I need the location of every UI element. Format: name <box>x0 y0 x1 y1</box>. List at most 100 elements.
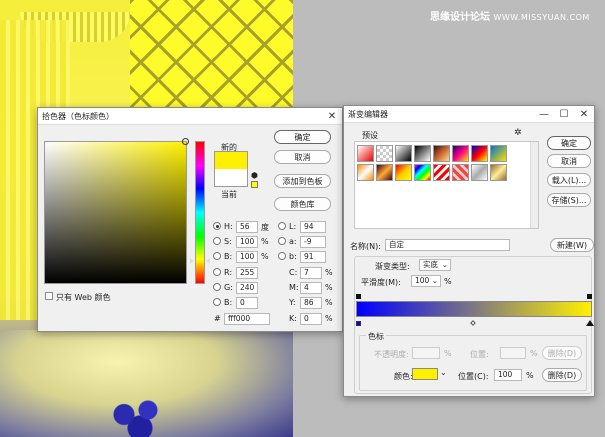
smoothness-label: 平滑度(M): <box>361 278 401 287</box>
field-b[interactable]: 0 <box>236 297 258 309</box>
unit-s: % <box>261 237 269 246</box>
preset-swatch[interactable] <box>395 164 412 181</box>
hue-slider-handle-right[interactable] <box>206 258 210 264</box>
color-field-marker[interactable] <box>182 138 189 145</box>
label-s: S: <box>224 237 232 246</box>
preset-swatch[interactable] <box>433 145 450 162</box>
radio-g[interactable] <box>213 283 221 291</box>
field-l[interactable]: 94 <box>300 221 326 233</box>
opacity-input <box>412 347 440 359</box>
current-color-swatch[interactable] <box>214 169 248 187</box>
preset-swatch[interactable] <box>357 145 374 162</box>
preset-swatch[interactable] <box>376 145 393 162</box>
radio-r[interactable] <box>213 268 221 276</box>
color-stop-right-selected[interactable] <box>586 320 594 326</box>
color-delete-button[interactable]: 删除(D) <box>542 368 582 382</box>
gradient-cancel-button[interactable]: 取消 <box>547 154 591 168</box>
preset-swatch[interactable] <box>452 164 469 181</box>
maximize-icon[interactable]: ☐ <box>554 106 574 123</box>
new-gradient-button[interactable]: 新建(W) <box>550 238 594 252</box>
label-hex: # <box>214 314 221 323</box>
name-label: 名称(N): <box>350 242 381 251</box>
hue-slider[interactable] <box>195 141 205 284</box>
unit-y: % <box>325 298 333 307</box>
color-field[interactable] <box>44 141 187 284</box>
label-g: G: <box>224 283 233 292</box>
name-input[interactable]: 自定 <box>385 239 510 251</box>
field-r[interactable]: 255 <box>236 267 258 279</box>
web-only-checkbox[interactable] <box>45 292 53 300</box>
field-m[interactable]: 4 <box>300 282 322 294</box>
close-icon[interactable]: ✕ <box>574 106 594 123</box>
field-lab-b[interactable]: 91 <box>300 251 326 263</box>
gradient-type-label: 渐变类型: <box>375 262 410 271</box>
gradient-save-button[interactable]: 存储(S)... <box>547 193 591 207</box>
preset-swatch[interactable] <box>414 164 431 181</box>
preset-swatch[interactable] <box>395 145 412 162</box>
color-picker-titlebar: 拾色器（色标颜色） ✕ <box>38 108 342 125</box>
opacity-position-input <box>500 347 526 359</box>
radio-lab-b[interactable] <box>278 252 286 260</box>
radio-bv[interactable] <box>213 252 221 260</box>
field-s[interactable]: 100 <box>236 236 258 248</box>
preset-swatch[interactable] <box>490 145 507 162</box>
color-stop-left[interactable] <box>356 321 361 326</box>
watermark-site: WWW.MISSYUAN.COM <box>493 13 590 22</box>
chevron-down-icon[interactable]: ⌄ <box>440 368 447 377</box>
field-bv[interactable]: 100 <box>236 251 258 263</box>
gradient-ok-button[interactable]: 确定 <box>547 136 591 150</box>
color-picker-title: 拾色器（色标颜色） <box>42 111 114 121</box>
field-c[interactable]: 7 <box>300 267 322 279</box>
gradient-load-button[interactable]: 载入(L)... <box>547 173 591 187</box>
color-libraries-button[interactable]: 颜色库 <box>274 197 331 211</box>
radio-l[interactable] <box>278 222 286 230</box>
opacity-stop-left[interactable] <box>356 294 361 299</box>
field-a[interactable]: -9 <box>300 236 326 248</box>
preset-swatch[interactable] <box>414 145 431 162</box>
current-color-label: 当前 <box>221 190 237 199</box>
cancel-button[interactable]: 取消 <box>274 150 331 164</box>
field-hex[interactable]: fff000 <box>224 313 270 325</box>
gear-icon[interactable]: ✲ <box>514 128 522 138</box>
field-k[interactable]: 0 <box>300 313 322 325</box>
smoothness-input[interactable]: 100 ⌄ <box>411 275 441 287</box>
smoothness-value: 100 <box>415 276 430 285</box>
radio-b[interactable] <box>213 298 221 306</box>
radio-a[interactable] <box>278 237 286 245</box>
add-to-swatches-button[interactable]: 添加到色板 <box>274 174 331 188</box>
preset-swatch[interactable] <box>490 164 507 181</box>
gradient-settings-panel: 渐变类型: 实底 ⌄ 平滑度(M): 100 ⌄ % 色标 不透明度: % 位置: … <box>354 256 594 394</box>
smoothness-unit: % <box>444 277 452 286</box>
preset-swatch[interactable] <box>376 164 393 181</box>
color-picker-dialog: 拾色器（色标颜色） ✕ 新的 当前 ⬢ 确定 取消 添加到色板 颜色库 H: 5… <box>37 107 343 332</box>
field-g[interactable]: 240 <box>236 282 258 294</box>
field-y[interactable]: 86 <box>300 297 322 309</box>
preset-swatch[interactable] <box>452 145 469 162</box>
radio-s[interactable] <box>213 237 221 245</box>
radio-h[interactable] <box>213 222 221 230</box>
cube-icon[interactable]: ⬢ <box>251 171 258 180</box>
preset-swatch[interactable] <box>433 164 450 181</box>
midpoint-diamond[interactable] <box>470 320 476 326</box>
minimize-icon[interactable]: — <box>534 106 554 123</box>
flower-bouquet <box>100 392 180 437</box>
web-only-label: 只有 Web 颜色 <box>56 293 111 302</box>
preset-swatch[interactable] <box>357 164 374 181</box>
field-h[interactable]: 56 <box>236 221 258 233</box>
opacity-stop-right[interactable] <box>587 294 592 299</box>
label-y: Y: <box>289 298 296 307</box>
hue-slider-handle-left[interactable] <box>190 258 194 264</box>
label-l: L: <box>289 222 297 231</box>
presets-scrollbar[interactable] <box>530 142 538 228</box>
presets-label: 预设 <box>362 131 378 140</box>
preset-swatch[interactable] <box>471 145 488 162</box>
stop-color-swatch[interactable] <box>412 368 438 380</box>
color-position-input[interactable]: 100 <box>494 369 522 381</box>
close-icon[interactable]: ✕ <box>322 108 342 125</box>
gradient-type-select[interactable]: 实底 ⌄ <box>419 259 451 271</box>
web-safe-swatch[interactable] <box>251 181 258 188</box>
preset-swatch[interactable] <box>471 164 488 181</box>
opacity-position-label: 位置: <box>470 350 489 359</box>
ok-button[interactable]: 确定 <box>274 130 331 144</box>
gradient-bar[interactable] <box>356 301 592 317</box>
